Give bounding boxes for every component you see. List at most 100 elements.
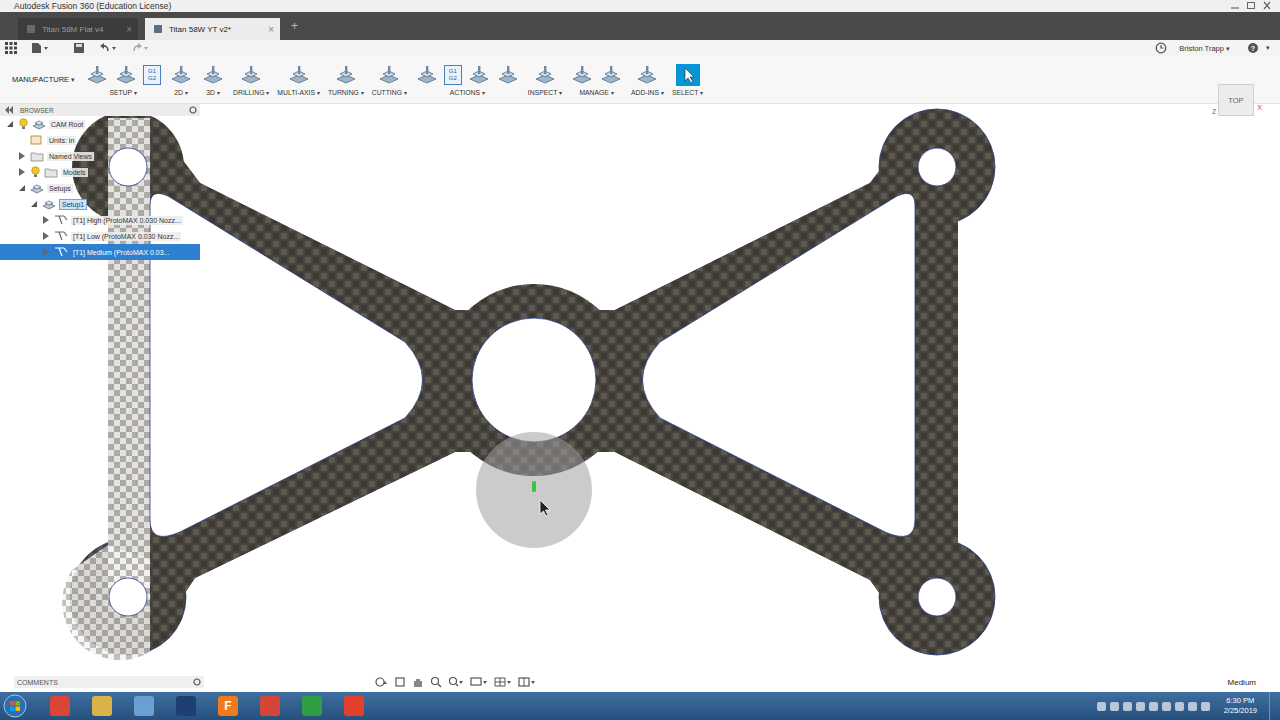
document-tab[interactable]: Titan 58M Flat v4× <box>18 18 138 40</box>
tray-icon[interactable] <box>1162 702 1171 711</box>
taskbar-app[interactable] <box>170 694 202 718</box>
toolbar-group[interactable]: INSPECT ▾ <box>526 56 564 103</box>
tool-icon[interactable] <box>635 64 659 86</box>
browser-item[interactable]: [T1] High (ProtoMAX 0.030 Nozz... <box>0 212 200 228</box>
browser-item[interactable]: Units: in <box>0 132 200 148</box>
tool-icon[interactable] <box>114 64 138 86</box>
browser-item-label[interactable]: Models <box>61 168 88 177</box>
tray-icon[interactable] <box>1097 702 1106 711</box>
display-settings-icon[interactable] <box>470 676 488 688</box>
activate-target-icon[interactable] <box>94 199 104 209</box>
maximize-icon[interactable] <box>1244 1 1258 11</box>
redo-icon[interactable] <box>131 42 149 54</box>
tray-icon[interactable] <box>1201 702 1210 711</box>
expand-toggle[interactable] <box>41 247 51 257</box>
browser-item-label[interactable]: [T1] Low (ProtoMAX 0.030 Nozz... <box>71 232 181 241</box>
pan-icon[interactable] <box>412 676 424 688</box>
toolbar-group[interactable]: DRILLING ▾ <box>231 56 271 103</box>
browser-item[interactable]: Setup1 <box>0 196 200 212</box>
expand-toggle[interactable] <box>41 231 51 241</box>
part-drawing[interactable] <box>0 104 1280 672</box>
toolbar-group[interactable]: SELECT ▾ <box>670 56 705 103</box>
tool-icon[interactable] <box>201 64 225 86</box>
browser-item[interactable]: [T1] Low (ProtoMAX 0.030 Nozz... <box>0 228 200 244</box>
browser-item[interactable]: CAM Root <box>0 116 200 132</box>
tray-icon[interactable] <box>1188 702 1197 711</box>
show-desktop-button[interactable] <box>1269 692 1278 720</box>
grid-settings-icon[interactable] <box>494 676 512 688</box>
browser-item[interactable]: Named Views <box>0 148 200 164</box>
toolbar-group[interactable]: 3D ▾ <box>199 56 227 103</box>
browser-item-label[interactable]: CAM Root <box>49 120 85 129</box>
zoom-icon[interactable] <box>430 676 442 688</box>
tool-icon[interactable] <box>599 64 623 86</box>
comments-panel[interactable]: COMMENTS <box>14 676 204 688</box>
help-button[interactable]: ? <box>1248 43 1258 53</box>
tray-icon[interactable] <box>1136 702 1145 711</box>
tool-icon[interactable] <box>676 64 700 86</box>
undo-icon[interactable] <box>99 42 117 54</box>
taskbar-app[interactable] <box>128 694 160 718</box>
toolbar-group[interactable]: G1 G2ACTIONS ▾ <box>413 56 522 103</box>
tray-icon[interactable] <box>1149 702 1158 711</box>
orbit-icon[interactable] <box>374 676 388 688</box>
new-tab-button[interactable]: + <box>287 19 302 33</box>
tray-icon[interactable] <box>1123 702 1132 711</box>
browser-item[interactable]: Setups <box>0 180 200 196</box>
expand-toggle[interactable] <box>17 167 27 177</box>
job-status-icon[interactable] <box>1155 42 1167 54</box>
browser-item-label[interactable]: Setups <box>47 184 73 193</box>
taskbar-app[interactable] <box>44 694 76 718</box>
help-caret[interactable]: ▾ <box>1266 44 1270 52</box>
user-menu[interactable]: Briston Trapp ▾ <box>1179 44 1230 53</box>
expand-toggle[interactable] <box>17 183 27 193</box>
expand-toggle[interactable] <box>41 215 51 225</box>
taskbar-app[interactable] <box>86 694 118 718</box>
browser-item-label[interactable]: Named Views <box>47 152 94 161</box>
part-body[interactable] <box>62 109 995 660</box>
save-icon[interactable] <box>73 42 85 54</box>
browser-item[interactable]: [T1] Medium (ProtoMAX 0.03... <box>0 244 200 260</box>
apps-grid-icon[interactable] <box>5 42 17 54</box>
browser-item-label[interactable]: [T1] High (ProtoMAX 0.030 Nozz... <box>71 216 183 225</box>
viewports-icon[interactable] <box>518 676 536 688</box>
toolbar-group[interactable]: MULTI-AXIS ▾ <box>275 56 322 103</box>
toolbar-group[interactable]: CUTTING ▾ <box>370 56 409 103</box>
tray-icon[interactable] <box>1175 702 1184 711</box>
workspace-menu[interactable]: MANUFACTURE ▾ <box>12 56 79 103</box>
browser-item-label[interactable]: Setup1 <box>59 199 87 210</box>
minimize-icon[interactable] <box>1228 1 1242 11</box>
tool-icon[interactable] <box>377 64 401 86</box>
file-menu-icon[interactable] <box>31 42 49 54</box>
toolbar-group[interactable]: 2D ▾ <box>167 56 195 103</box>
browser-item[interactable]: Models <box>0 164 200 180</box>
expand-toggle[interactable] <box>17 151 27 161</box>
taskbar-app[interactable] <box>296 694 328 718</box>
tool-icon[interactable] <box>287 64 311 86</box>
taskbar-app[interactable] <box>254 694 286 718</box>
toolbar-group[interactable]: G1 G2SETUP ▾ <box>83 56 163 103</box>
tool-icon[interactable] <box>496 64 520 86</box>
tool-icon[interactable] <box>334 64 358 86</box>
start-button-icon[interactable] <box>3 694 27 718</box>
clock[interactable]: 6:30 PM2/25/2019 <box>1224 696 1257 716</box>
expand-toggle[interactable] <box>5 119 15 129</box>
taskbar-app[interactable]: F <box>212 694 244 718</box>
tool-icon[interactable] <box>533 64 557 86</box>
tool-icon[interactable] <box>415 64 439 86</box>
browser-item-label[interactable]: [T1] Medium (ProtoMAX 0.03... <box>71 248 171 257</box>
add-comment-icon[interactable] <box>193 678 201 686</box>
toolbar-group[interactable]: TURNING ▾ <box>326 56 366 103</box>
view-cube[interactable]: TOPZX <box>1214 82 1258 122</box>
toolbar-group[interactable]: MANAGE ▾ <box>568 56 625 103</box>
close-window-icon[interactable] <box>1260 1 1274 11</box>
look-at-icon[interactable] <box>394 676 406 688</box>
expand-toggle[interactable] <box>29 199 39 209</box>
tool-icon[interactable] <box>85 64 109 86</box>
tool-icon[interactable] <box>169 64 193 86</box>
view-cube-face[interactable]: TOP <box>1218 84 1254 116</box>
tab-close-button[interactable]: × <box>126 24 132 35</box>
lightbulb-icon[interactable] <box>30 166 41 178</box>
tool-icon[interactable] <box>239 64 263 86</box>
code-button[interactable]: G1 G2 <box>143 65 161 85</box>
